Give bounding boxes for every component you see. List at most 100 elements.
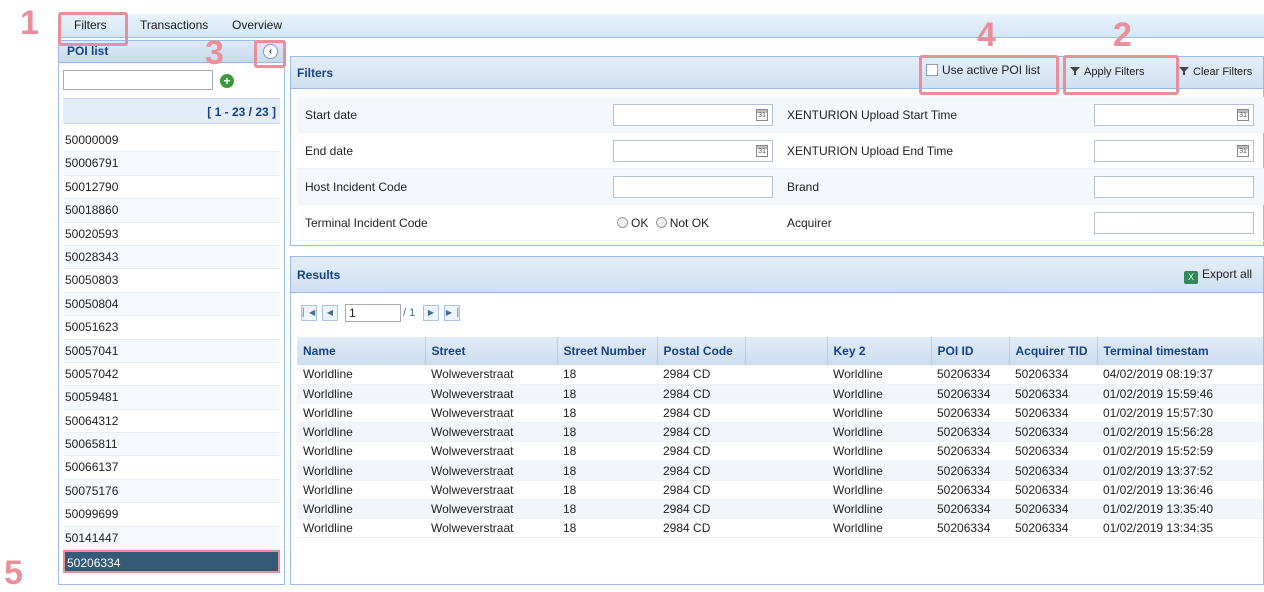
poi-list-item[interactable]: 50057041: [63, 339, 280, 363]
table-cell: 01/02/2019 15:56:28: [1097, 422, 1263, 443]
poi-list-item[interactable]: 50020593: [63, 223, 280, 246]
first-page-icon[interactable]: ▏◀: [301, 305, 317, 321]
results-title: Results: [297, 268, 341, 282]
poi-list-item[interactable]: 50028343: [63, 245, 280, 270]
table-cell: Worldline: [297, 460, 425, 481]
upload-end-input[interactable]: 31: [1094, 140, 1254, 162]
poi-search-input[interactable]: [63, 70, 213, 90]
prev-page-icon[interactable]: ◀: [322, 305, 338, 321]
table-cell: 18: [557, 460, 657, 481]
filters-header: Filters Use active POI list Apply Filter…: [291, 57, 1263, 89]
table-cell: 18: [557, 403, 657, 424]
poi-list-item[interactable]: 50051623: [63, 316, 280, 340]
poi-list-item[interactable]: 50064312: [63, 410, 280, 434]
column-header[interactable]: Postal Code: [657, 337, 746, 365]
poi-list-item[interactable]: 50066137: [63, 456, 280, 480]
calendar-icon[interactable]: 31: [756, 145, 768, 157]
use-active-poi-checkbox[interactable]: Use active POI list: [926, 63, 1040, 77]
table-cell: 2984 CD: [657, 384, 745, 404]
poi-list-item[interactable]: 50057042: [63, 363, 280, 387]
table-row[interactable]: Worldline Wolweverstraat 18 2984 CD Worldlin…: [297, 518, 1263, 539]
poi-list-item[interactable]: 50065811: [63, 433, 280, 457]
end-date-input[interactable]: 31: [613, 140, 773, 162]
brand-input[interactable]: [1094, 176, 1254, 198]
results-header: Results X Export all: [291, 257, 1263, 293]
table-cell: Worldline: [297, 499, 425, 520]
upload-start-input[interactable]: 31: [1094, 104, 1254, 126]
not-ok-radio[interactable]: [655, 217, 667, 228]
last-page-icon[interactable]: ▶▕: [444, 305, 460, 321]
table-row[interactable]: Worldline Wolweverstraat 18 2984 CD Worldlin…: [297, 480, 1263, 500]
column-header[interactable]: [745, 337, 828, 365]
column-header[interactable]: Name: [297, 337, 426, 365]
table-cell: Wolweverstraat: [425, 499, 557, 520]
terminal-incident-label: Terminal Incident Code: [305, 216, 428, 230]
table-cell: Wolweverstraat: [425, 403, 557, 424]
table-row[interactable]: Worldline Wolweverstraat 18 2984 CD Worldlin…: [297, 441, 1263, 462]
table-row[interactable]: Worldline Wolweverstraat 18 2984 CD Worldlin…: [297, 365, 1263, 385]
table-cell: 50206334: [931, 499, 1009, 520]
poi-list-item[interactable]: 50006791: [63, 152, 280, 176]
table-cell: 18: [557, 499, 657, 520]
poi-list-item[interactable]: 50050803: [63, 269, 280, 293]
poi-list-item[interactable]: 50050804: [63, 292, 280, 317]
apply-filters-button[interactable]: Apply Filters: [1070, 66, 1145, 78]
ok-radio[interactable]: [617, 217, 628, 228]
filter-row-terminal: Terminal Incident Code OK Not OK Acquire…: [297, 205, 1264, 241]
poi-list-item[interactable]: 50206334: [63, 550, 280, 574]
collapse-left-icon[interactable]: ‹: [263, 44, 278, 59]
calendar-icon[interactable]: 31: [756, 109, 768, 121]
apply-filters-label: Apply Filters: [1084, 66, 1145, 78]
calendar-icon[interactable]: 31: [1237, 145, 1249, 157]
acquirer-input[interactable]: [1094, 212, 1254, 234]
tab-filters[interactable]: Filters: [74, 18, 107, 32]
column-header[interactable]: Terminal timestam: [1097, 337, 1263, 365]
table-cell: Worldline: [827, 384, 931, 404]
end-date-label: End date: [305, 144, 354, 158]
table-cell: 2984 CD: [657, 518, 745, 539]
page-number-input[interactable]: 1: [345, 304, 401, 322]
table-cell: Worldline: [827, 480, 931, 500]
poi-list-item[interactable]: 50099699: [63, 503, 280, 527]
column-header[interactable]: Acquirer TID: [1009, 337, 1098, 365]
table-cell: 18: [557, 384, 657, 404]
start-date-input[interactable]: 31: [613, 104, 773, 126]
clear-filters-button[interactable]: Clear Filters: [1179, 66, 1252, 78]
poi-list-item[interactable]: 50059481: [63, 386, 280, 410]
poi-list-header: POI list ‹: [59, 41, 284, 63]
export-all-button[interactable]: X Export all: [1184, 267, 1252, 284]
tab-overview[interactable]: Overview: [232, 18, 282, 32]
column-header[interactable]: POI ID: [931, 337, 1010, 365]
add-icon[interactable]: +: [220, 74, 234, 88]
column-header[interactable]: Street Number: [557, 337, 658, 365]
column-header[interactable]: Key 2: [827, 337, 932, 365]
poi-list-item[interactable]: 50141447: [63, 526, 280, 551]
column-header[interactable]: Street: [425, 337, 558, 365]
table-cell: [745, 365, 827, 385]
table-row[interactable]: Worldline Wolweverstraat 18 2984 CD Worldlin…: [297, 403, 1263, 424]
use-active-label: Use active POI list: [942, 63, 1041, 77]
poi-list-item[interactable]: 50012790: [63, 176, 280, 200]
table-cell: Worldline: [297, 480, 425, 500]
next-page-icon[interactable]: ▶: [423, 305, 439, 321]
filters-panel: Filters Use active POI list Apply Filter…: [290, 56, 1264, 246]
table-row[interactable]: Worldline Wolweverstraat 18 2984 CD Worldlin…: [297, 422, 1263, 443]
annotation-number-2: 2: [1113, 16, 1132, 54]
table-cell: 50206334: [1009, 422, 1097, 443]
table-row[interactable]: Worldline Wolweverstraat 18 2984 CD Worldlin…: [297, 460, 1263, 481]
table-cell: 2984 CD: [657, 480, 745, 500]
tab-transactions[interactable]: Transactions: [140, 18, 208, 32]
table-cell: Worldline: [297, 365, 425, 385]
filter-row-host: Host Incident Code Brand: [297, 169, 1264, 205]
table-cell: 50206334: [931, 384, 1009, 404]
filter-icon: [1179, 67, 1189, 75]
annotation-number-1: 1: [20, 4, 39, 42]
table-row[interactable]: Worldline Wolweverstraat 18 2984 CD Worldlin…: [297, 384, 1263, 404]
table-row[interactable]: Worldline Wolweverstraat 18 2984 CD Worldlin…: [297, 499, 1263, 520]
poi-list-item[interactable]: 50000009: [63, 129, 280, 153]
poi-list-item[interactable]: 50018860: [63, 199, 280, 223]
host-incident-input[interactable]: [613, 176, 773, 198]
poi-list-item[interactable]: 50075176: [63, 479, 280, 504]
calendar-icon[interactable]: 31: [1237, 109, 1249, 121]
table-cell: 50206334: [931, 441, 1009, 462]
